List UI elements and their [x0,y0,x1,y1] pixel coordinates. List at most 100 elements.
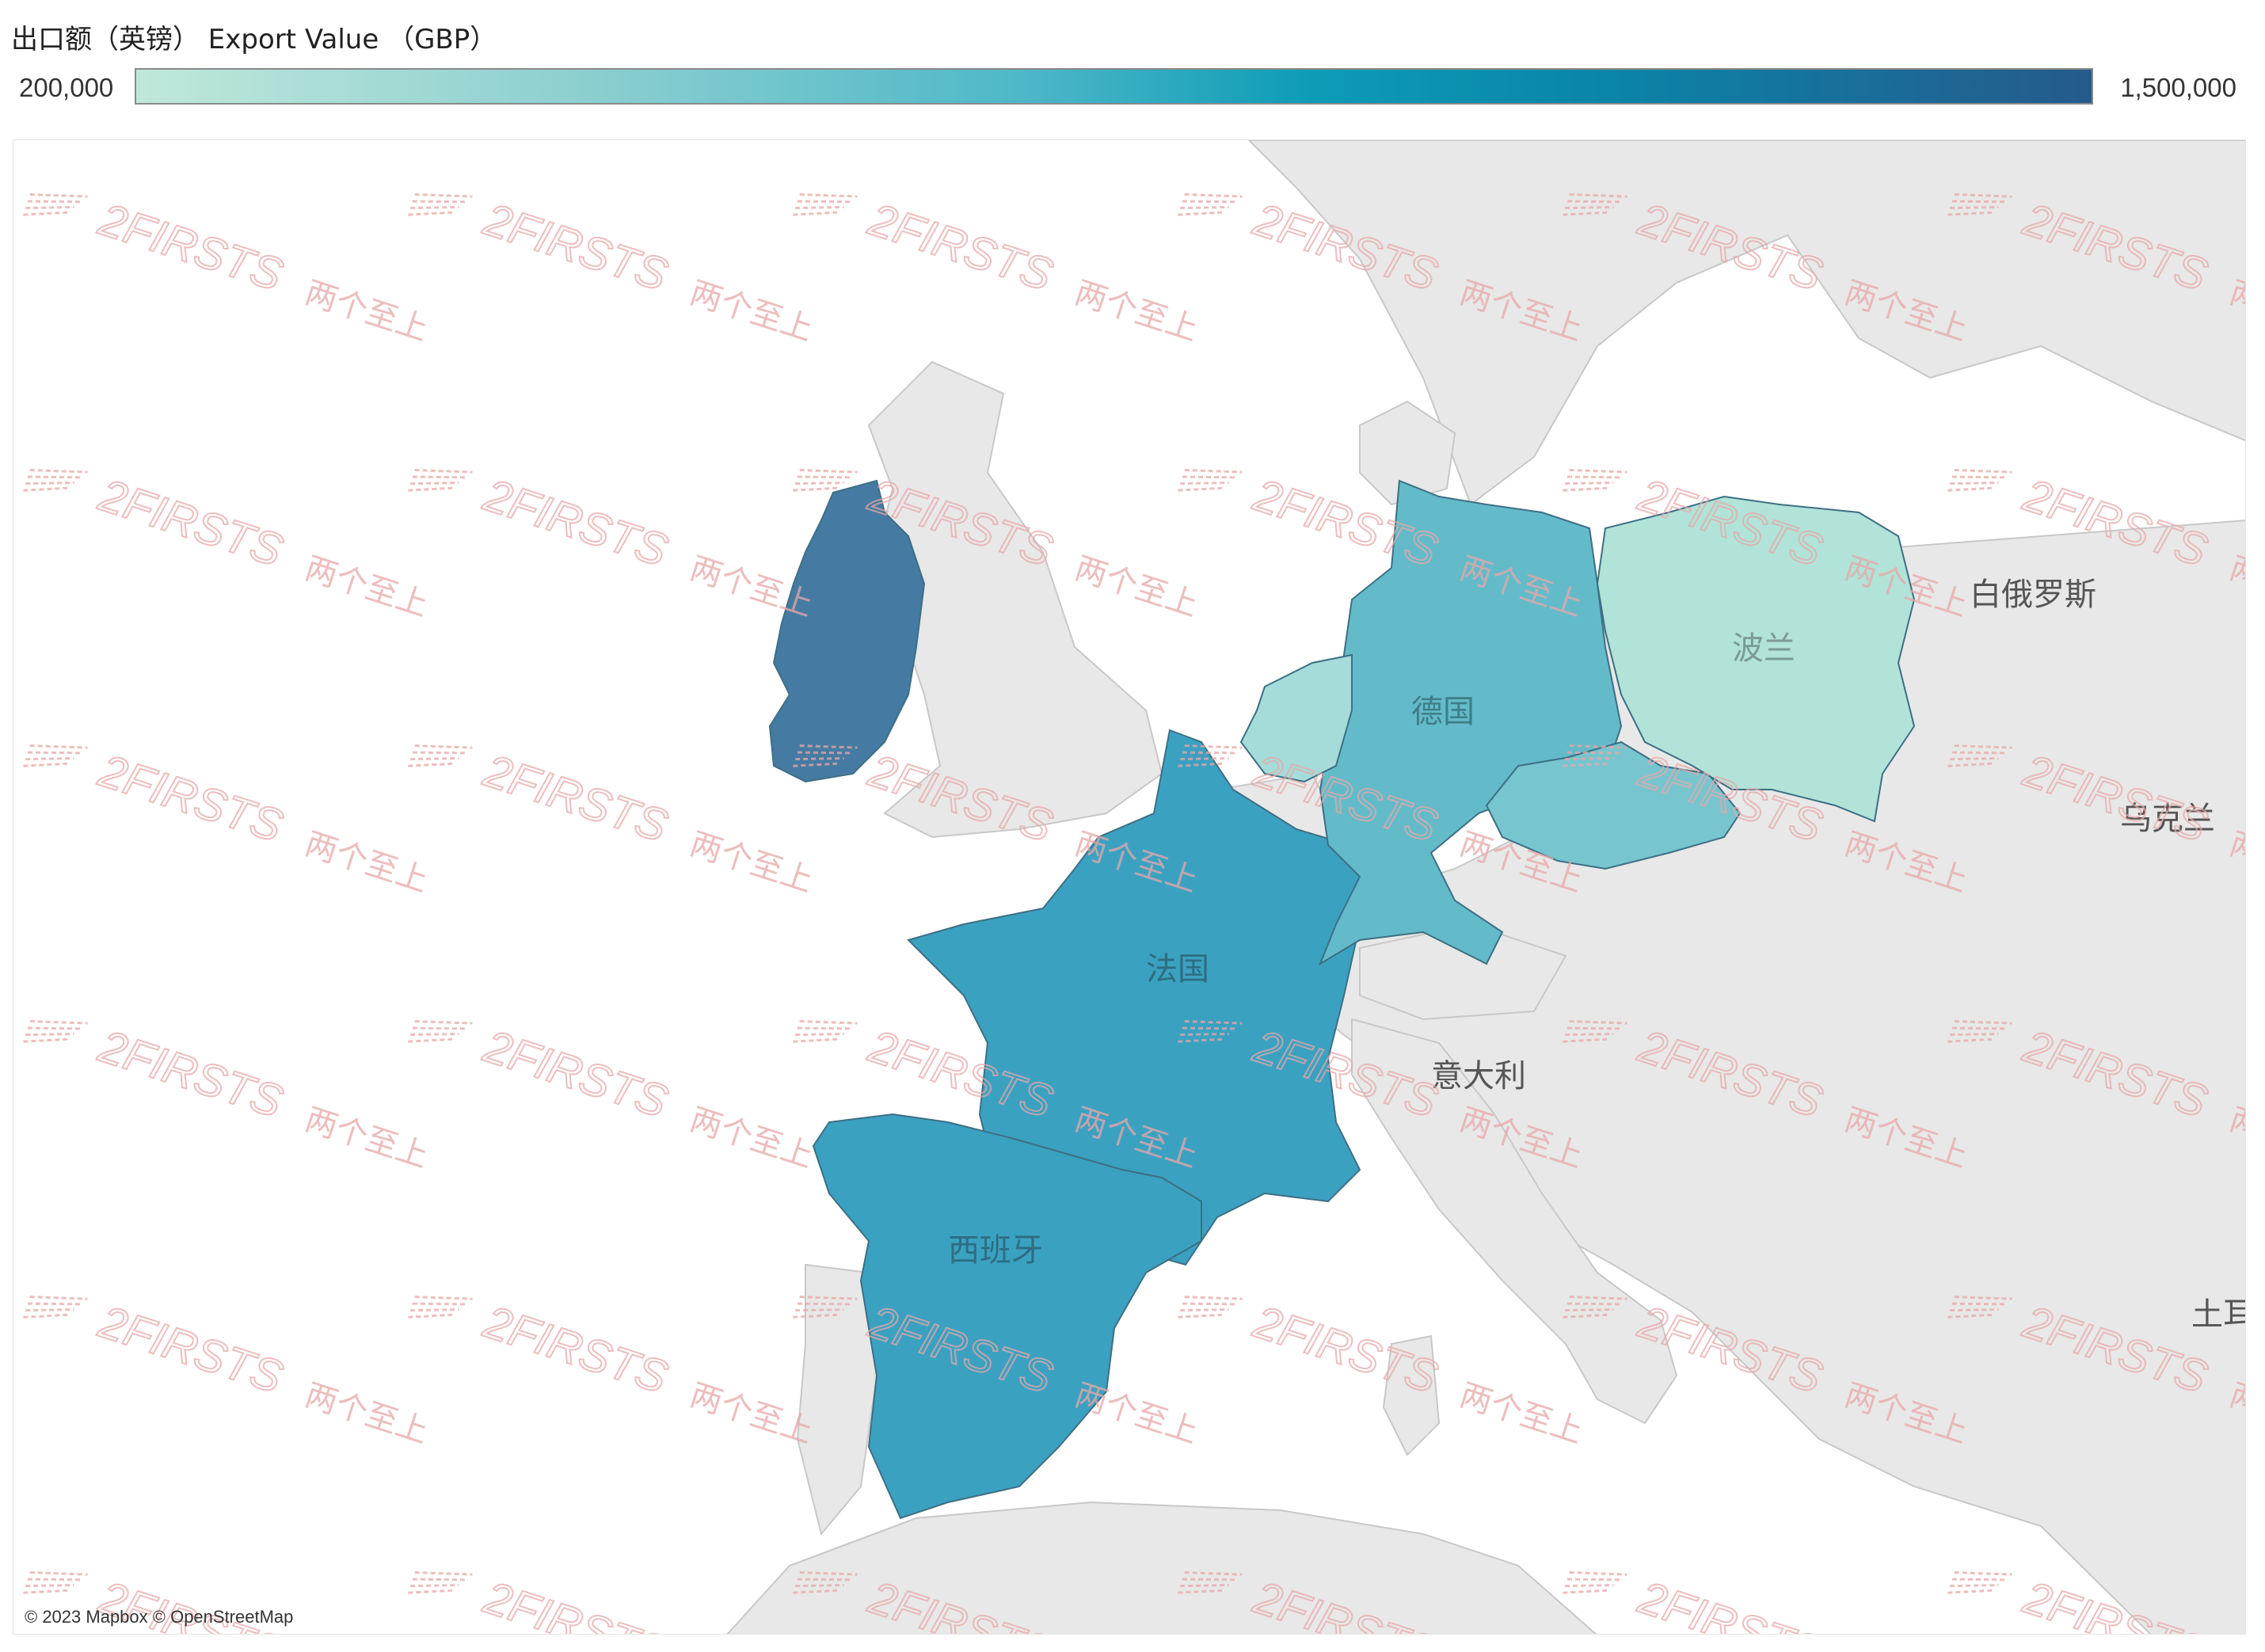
watermark-tile: 2FIRSTS两个至上 [23,468,432,624]
watermark-mark [408,762,453,767]
watermark-mark [1951,475,2006,479]
watermark-cn: 两个至上 [1071,1377,1202,1451]
watermark-cn: 两个至上 [686,1102,817,1175]
watermark-mark [795,1033,844,1037]
watermark-tile: 2FIRSTS两个至上 [23,1019,432,1175]
watermark-mark [23,762,68,767]
map-view[interactable]: 白俄罗斯 波兰 德国 法国 乌克兰 意大利 西班牙 土耳 2FIRSTS两个至上… [13,139,2246,1635]
watermark-cn: 两个至上 [686,826,817,900]
watermark-tile: 2FIRSTS两个至上 [23,192,432,348]
watermark-brand: 2FIRSTS [478,193,674,301]
watermark-mark [27,200,82,204]
watermark-brand: 2FIRSTS [478,744,674,852]
watermark-mark [408,486,453,492]
watermark-brand: 2FIRSTS [478,469,674,577]
watermark-brand: 2FIRSTS [1632,1571,1829,1635]
watermark-mark [410,1308,459,1312]
watermark-mark [1180,206,1229,210]
watermark-brand: 2FIRSTS [93,193,289,301]
color-scale-bar [135,68,2093,105]
watermark-mark [410,482,459,485]
map-attribution[interactable]: © 2023 Mapbox © OpenStreetMap [25,1607,293,1627]
watermark-mark [23,1313,68,1319]
watermark-brand: 2FIRSTS [93,1296,289,1403]
watermark-cn: 两个至上 [686,275,817,348]
watermark-mark [1565,1584,1614,1588]
watermark-mark [1180,1308,1229,1312]
watermark-cn: 两个至上 [686,1377,817,1451]
watermark-mark [410,1584,459,1588]
watermark-mark [1178,486,1223,492]
watermark-mark [1182,200,1236,204]
watermark-mark [27,1578,82,1582]
label-poland: 波兰 [1732,630,1795,667]
watermark-cn: 两个至上 [1456,1377,1587,1451]
watermark-mark [1178,1313,1223,1319]
watermark-brand: 2FIRSTS [93,469,289,577]
watermark-mark [408,1037,453,1043]
watermark-mark [1950,1584,1999,1588]
watermark-mark [25,206,74,210]
watermark-mark [410,1033,459,1037]
watermark-mark [412,751,466,755]
watermark-mark [408,1589,453,1594]
watermark-brand: 2FIRSTS [478,1571,674,1635]
watermark-mark [23,1589,68,1594]
label-belarus: 白俄罗斯 [1970,577,2096,613]
watermark-mark [1563,1589,1608,1594]
watermark-brand: 2FIRSTS [478,1296,674,1403]
watermark-mark [1566,475,1621,479]
watermark-mark [23,211,68,216]
watermark-cn: 两个至上 [686,550,817,624]
watermark-mark [23,486,68,492]
watermark-mark [793,1037,838,1043]
watermark-mark [410,757,459,761]
watermark-tile: 2FIRSTS两个至上 [408,192,817,348]
watermark-mark [1565,482,1614,485]
watermark-mark [1182,1302,1236,1306]
watermark-cn: 两个至上 [301,275,432,348]
watermark-cn: 两个至上 [301,550,432,624]
watermark-mark [1182,475,1236,479]
watermark-tile: 2FIRSTS两个至上 [408,1295,817,1451]
watermark-cn: 两个至上 [301,826,432,900]
legend-min-label: 200,000 [19,73,114,102]
watermark-tile: 2FIRSTS两个至上 [408,1019,817,1175]
map-canvas: 白俄罗斯 波兰 德国 法国 乌克兰 意大利 西班牙 土耳 2FIRSTS两个至上… [23,140,2245,1635]
watermark-mark [410,206,459,210]
watermark-tile: 2FIRSTS两个至上 [23,1295,432,1451]
watermark-mark [27,475,82,479]
label-spain: 西班牙 [948,1232,1043,1269]
watermark-brand: 2FIRSTS [1247,1296,1444,1403]
watermark-mark [797,475,851,479]
watermark-mark [1950,482,1999,485]
watermark-mark [1566,1578,1621,1582]
watermark-mark [25,1308,74,1312]
watermark-mark [27,1026,82,1030]
watermark-brand: 2FIRSTS [93,744,289,852]
watermark-mark [797,200,851,204]
watermark-mark [412,1302,466,1306]
watermark-mark [795,206,844,210]
watermark-mark [412,200,466,204]
watermark-cn: 两个至上 [1071,550,1202,624]
watermark-mark [25,757,74,761]
watermark-tile: 2FIRSTS两个至上 [793,192,1202,348]
country-spain[interactable] [812,1113,1202,1520]
label-italy: 意大利 [1431,1058,1526,1094]
label-germany: 德国 [1411,694,1475,730]
watermark-mark [412,475,466,479]
watermark-mark [25,1033,74,1037]
watermark-mark [1947,486,1993,492]
watermark-mark [27,751,82,755]
watermark-tile: 2FIRSTS两个至上 [408,744,817,900]
watermark-mark [1178,211,1223,216]
watermark-mark [412,1026,466,1030]
label-france: 法国 [1146,951,1209,988]
watermark-mark [27,1302,82,1306]
watermark-mark [1180,482,1229,485]
watermark-mark [1563,486,1608,492]
watermark-brand: 2FIRSTS [478,1020,674,1128]
legend-max-label: 1,500,000 [2120,73,2236,102]
watermark-mark [408,1313,453,1319]
